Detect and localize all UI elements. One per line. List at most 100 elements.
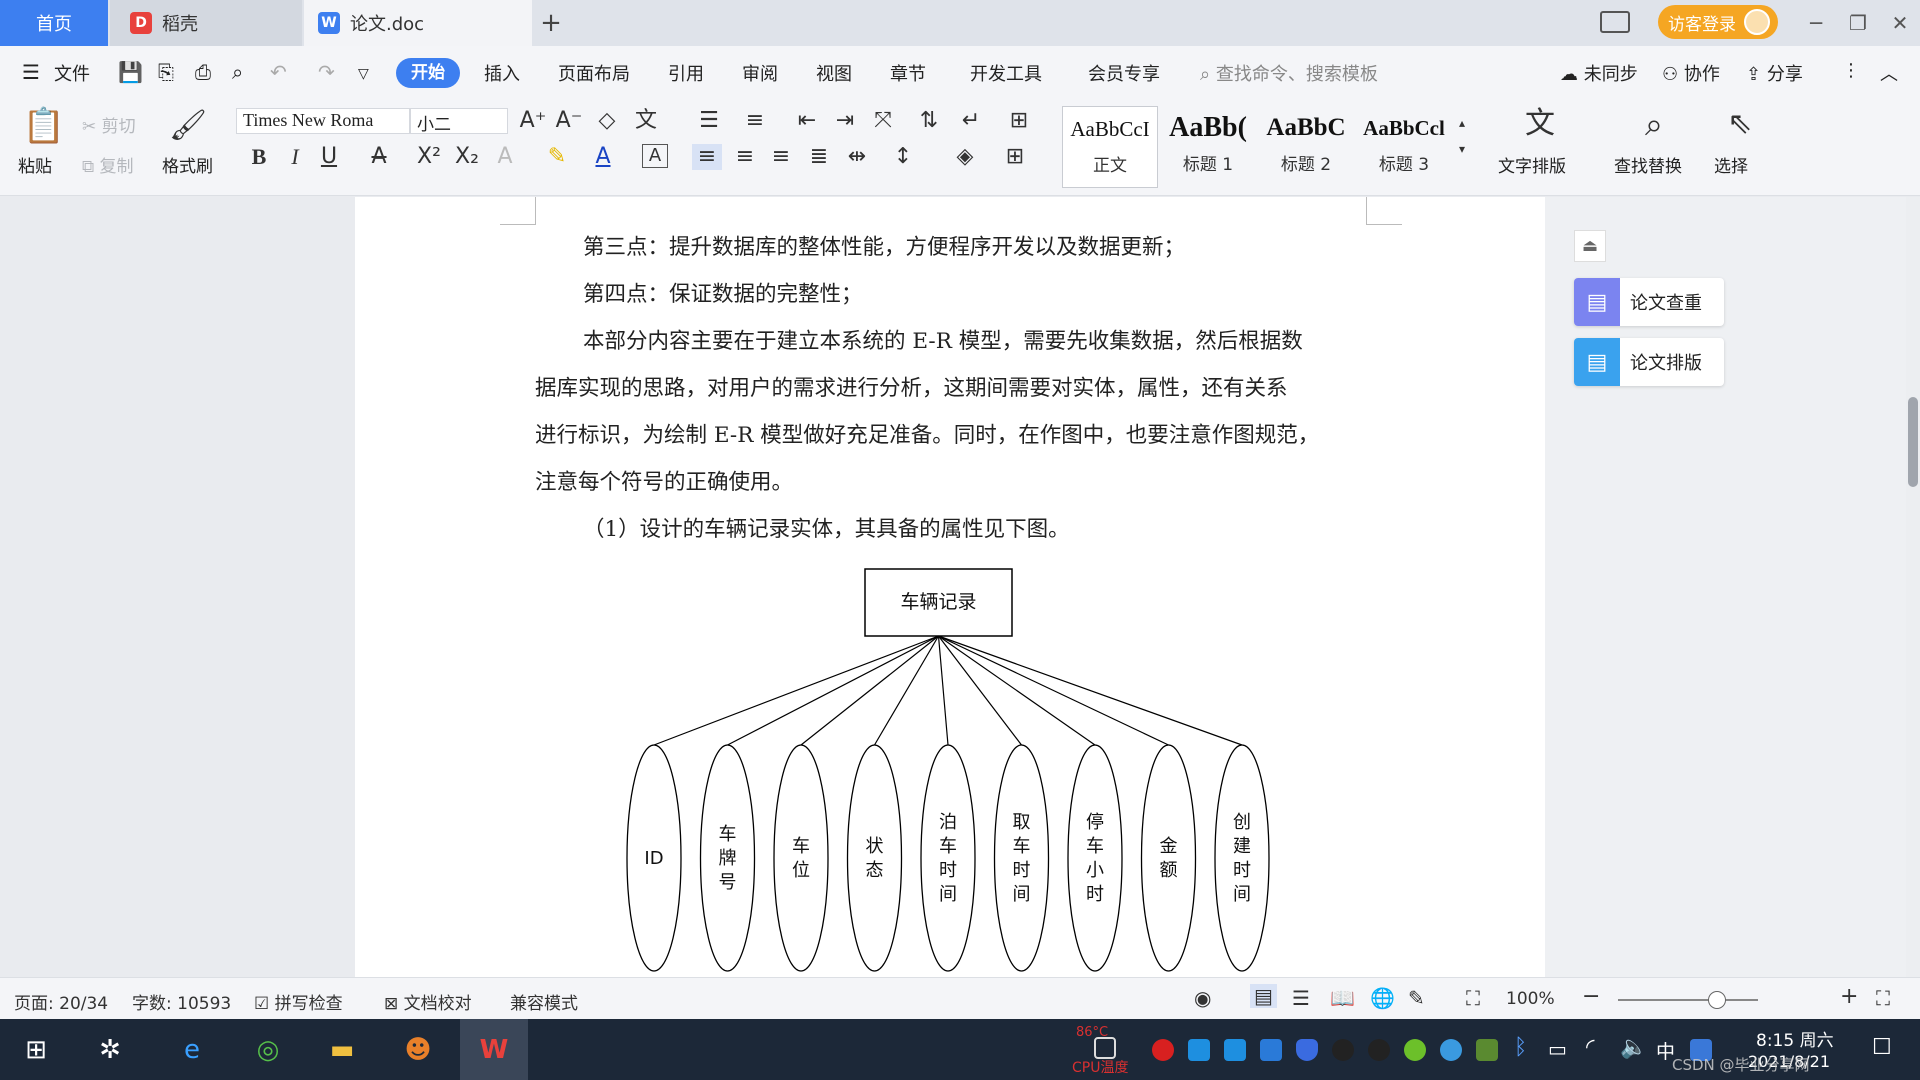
char-border-icon[interactable]: A: [642, 144, 668, 168]
save-icon[interactable]: 💾: [118, 60, 143, 84]
zoom-slider[interactable]: [1618, 999, 1758, 1001]
bluetooth-icon[interactable]: ᛒ: [1514, 1035, 1527, 1060]
font-color-icon[interactable]: A: [590, 144, 616, 170]
style-heading-3[interactable]: AaBbCcl 标题 3: [1356, 106, 1452, 188]
layout-toggle-icon[interactable]: [1600, 11, 1630, 33]
increase-indent-icon[interactable]: ⇥: [830, 108, 860, 134]
quick-access-dropdown-icon[interactable]: ▽: [358, 66, 369, 82]
font-size-select[interactable]: 小二: [410, 108, 508, 135]
italic-icon[interactable]: I: [282, 144, 308, 170]
collab-button[interactable]: ⚇ 协作: [1662, 60, 1720, 86]
show-marks-icon[interactable]: ↵: [956, 108, 986, 134]
word-count[interactable]: 字数: 10593: [132, 989, 231, 1014]
new-tab-button[interactable]: +: [536, 0, 566, 46]
style-normal[interactable]: AaBbCcI 正文: [1062, 106, 1158, 188]
menu-file[interactable]: 文件: [54, 60, 90, 86]
select-button[interactable]: 选择: [1714, 152, 1748, 177]
menu-developer[interactable]: 开发工具: [970, 60, 1042, 86]
grow-font-icon[interactable]: A⁺: [518, 108, 548, 134]
font-name-select[interactable]: Times New Roma: [236, 108, 410, 134]
phonetic-guide-icon[interactable]: 文: [628, 108, 664, 134]
share-button[interactable]: ⇪ 分享: [1746, 60, 1803, 86]
zoom-level[interactable]: 100%: [1506, 989, 1555, 1009]
ie-browser-icon[interactable]: e: [170, 1028, 214, 1072]
spell-check-button[interactable]: ☑ 拼写检查: [254, 989, 343, 1014]
menu-view[interactable]: 视图: [816, 60, 852, 86]
hamburger-icon[interactable]: ☰: [22, 60, 40, 84]
tab-home[interactable]: 首页: [0, 0, 108, 46]
app-tray-icon-2[interactable]: [1224, 1039, 1246, 1061]
doc-proof-button[interactable]: ⊠ 文档校对: [384, 989, 472, 1014]
reading-view-icon[interactable]: 📖: [1330, 986, 1355, 1010]
menu-references[interactable]: 引用: [668, 60, 704, 86]
distribute-icon[interactable]: ⇹: [842, 144, 872, 170]
paste-icon[interactable]: 📋: [20, 106, 68, 146]
tab-daoke[interactable]: D 稻壳: [110, 0, 302, 46]
decrease-indent-icon[interactable]: ⇤: [792, 108, 822, 134]
menu-review[interactable]: 审阅: [742, 60, 778, 86]
menu-insert[interactable]: 插入: [484, 60, 520, 86]
style-heading-2[interactable]: AaBbC 标题 2: [1258, 106, 1354, 188]
panel-collapse-icon[interactable]: ⏏: [1574, 230, 1606, 262]
nvidia-tray-icon[interactable]: [1476, 1039, 1498, 1061]
web-view-icon[interactable]: 🌐: [1370, 986, 1395, 1010]
align-right-icon[interactable]: ≡: [766, 144, 796, 170]
fan-app-icon[interactable]: ✲: [88, 1028, 132, 1072]
vertical-scrollbar[interactable]: [1906, 197, 1920, 977]
text-effect-icon[interactable]: A: [492, 144, 518, 170]
app-tray-icon-3[interactable]: [1260, 1039, 1282, 1061]
write-view-icon[interactable]: ✎: [1408, 986, 1425, 1010]
numbered-list-icon[interactable]: ≡: [740, 108, 770, 134]
command-search[interactable]: ⌕ 查找命令、搜索模板: [1200, 60, 1378, 86]
taskview-tray-icon[interactable]: [1094, 1037, 1116, 1059]
scrollbar-thumb[interactable]: [1908, 397, 1918, 487]
qq-tray-icon-2[interactable]: [1368, 1039, 1390, 1061]
wifi-icon[interactable]: ◜: [1586, 1035, 1595, 1060]
close-button[interactable]: ✕: [1880, 0, 1920, 46]
shading-icon[interactable]: ◈: [950, 144, 980, 170]
outline-view-icon[interactable]: ☰: [1292, 986, 1310, 1010]
thesis-check-button[interactable]: ▤ 论文查重: [1574, 278, 1724, 326]
text-layout-icon[interactable]: 文: [1516, 104, 1564, 144]
sort-icon[interactable]: ⇅: [914, 108, 944, 134]
notification-icon[interactable]: ☐: [1872, 1035, 1892, 1060]
menu-page-layout[interactable]: 页面布局: [558, 60, 630, 86]
clear-format-icon[interactable]: ◇: [592, 108, 622, 134]
clock-time[interactable]: 8:15 周六: [1756, 1026, 1834, 1051]
borders-icon[interactable]: ⊞: [1000, 144, 1030, 170]
styles-scroll-icon[interactable]: ▴ ▾: [1454, 110, 1470, 162]
format-painter-icon[interactable]: 🖌: [168, 106, 208, 146]
align-center-icon[interactable]: ≡: [730, 144, 760, 170]
subscript-icon[interactable]: X₂: [452, 144, 482, 170]
tab-document[interactable]: W 论文.doc: [304, 0, 532, 46]
copy-button[interactable]: ⧉ 复制: [82, 152, 134, 177]
print-icon[interactable]: ⎙: [195, 60, 211, 84]
battery-icon[interactable]: ▭: [1548, 1037, 1567, 1061]
menu-start[interactable]: 开始: [396, 58, 460, 88]
guest-login-button[interactable]: 访客登录: [1658, 5, 1778, 39]
zoom-in-icon[interactable]: +: [1840, 984, 1858, 1009]
game-app-icon[interactable]: ☻: [396, 1028, 440, 1072]
magnifier-icon[interactable]: ⌕: [1630, 104, 1678, 144]
zoom-slider-handle[interactable]: [1708, 991, 1726, 1009]
redo-icon[interactable]: ↷: [318, 60, 335, 84]
superscript-icon[interactable]: X²: [414, 144, 444, 170]
cut-button[interactable]: ✂ 剪切: [82, 112, 136, 137]
page-view-icon[interactable]: ▤: [1250, 984, 1277, 1008]
restore-button[interactable]: ❐: [1838, 0, 1878, 46]
text-direction-icon[interactable]: ⤧: [868, 108, 898, 134]
undo-icon[interactable]: ↶: [270, 60, 287, 84]
underline-icon[interactable]: U: [316, 144, 342, 170]
app-tray-icon-1[interactable]: [1188, 1039, 1210, 1061]
cursor-icon[interactable]: ⇖: [1720, 104, 1760, 144]
style-heading-1[interactable]: AaBb( 标题 1: [1160, 106, 1256, 188]
qq-tray-icon-1[interactable]: [1332, 1039, 1354, 1061]
more-icon[interactable]: ⋮: [1842, 60, 1860, 81]
collapse-ribbon-icon[interactable]: ︿: [1880, 60, 1898, 86]
antivirus-tray-icon[interactable]: [1152, 1039, 1174, 1061]
menu-chapter[interactable]: 章节: [890, 60, 926, 86]
zoom-out-icon[interactable]: −: [1582, 984, 1600, 1009]
file-explorer-icon[interactable]: ▬: [320, 1028, 364, 1072]
line-spacing-icon[interactable]: ↕: [888, 144, 918, 170]
minimize-button[interactable]: ─: [1796, 0, 1836, 46]
